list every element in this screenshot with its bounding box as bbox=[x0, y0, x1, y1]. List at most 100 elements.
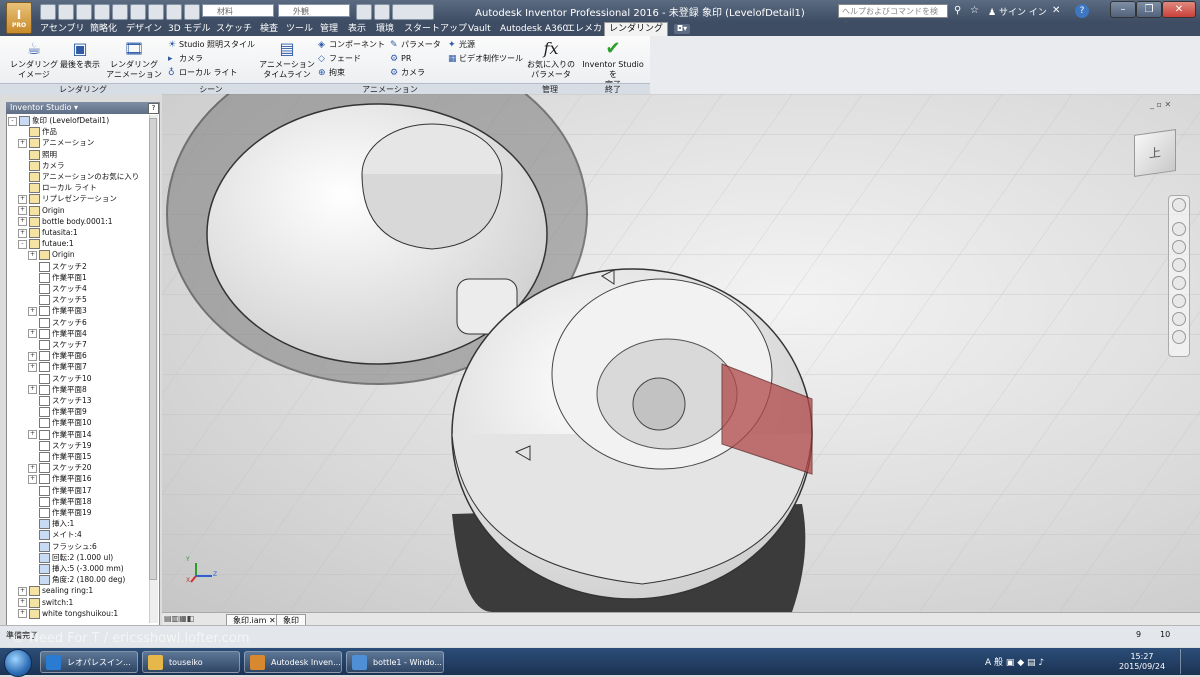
communication-center-icon[interactable]: ☆ bbox=[970, 5, 982, 17]
tree-item[interactable]: メイト:4 bbox=[28, 529, 82, 541]
signin-button[interactable]: ♟ サイン イン bbox=[988, 5, 1047, 18]
tab-12[interactable]: Autodesk A360 bbox=[496, 23, 572, 36]
new-icon[interactable] bbox=[40, 4, 56, 20]
tree-item[interactable]: スケッチ19 bbox=[28, 440, 92, 451]
tree-item[interactable]: 作業平面17 bbox=[28, 485, 92, 496]
undo-icon[interactable] bbox=[94, 4, 110, 20]
browser-scroll-thumb[interactable] bbox=[149, 118, 157, 580]
tree-item[interactable]: + スケッチ20 bbox=[28, 462, 92, 474]
ime-indicator[interactable]: A 般 bbox=[985, 658, 1003, 668]
tray-icons[interactable]: ▣ ◆ ▤ ♪ bbox=[1006, 658, 1044, 668]
tree-item[interactable]: + Origin bbox=[28, 249, 75, 261]
tree-item[interactable]: + sealing ring:1 bbox=[18, 585, 93, 597]
panel-render-label[interactable]: レンダリング bbox=[0, 83, 166, 95]
tree-item[interactable]: スケッチ10 bbox=[28, 373, 92, 384]
tab-10[interactable]: スタートアップ bbox=[400, 23, 471, 36]
tree-item[interactable]: + 作業平面4 bbox=[28, 328, 87, 339]
start-button[interactable] bbox=[4, 649, 32, 677]
tree-item[interactable]: フラッシュ:6 bbox=[28, 541, 97, 552]
tab-11[interactable]: Vault bbox=[464, 23, 495, 36]
expand-icon[interactable]: + bbox=[18, 598, 27, 608]
tree-item[interactable]: + 作業平面16 bbox=[28, 473, 92, 485]
local-light-button[interactable]: ♁ ローカル ライト bbox=[168, 67, 238, 79]
viewcube[interactable]: 上 bbox=[1134, 129, 1176, 177]
light-button[interactable]: ✦ 光源 bbox=[448, 39, 475, 51]
nav-options-icon[interactable] bbox=[1172, 330, 1186, 344]
look-at-icon[interactable] bbox=[1172, 276, 1186, 290]
steering-wheel-icon[interactable] bbox=[1172, 198, 1186, 212]
tab-5[interactable]: 検査 bbox=[256, 23, 282, 36]
browser-title[interactable]: Inventor Studio ▾ bbox=[6, 102, 158, 114]
free-orbit-icon[interactable] bbox=[1172, 312, 1186, 326]
render-animation-button[interactable]: 🎞 レンダリング アニメーション bbox=[104, 40, 164, 80]
tree-item[interactable]: 角度:2 (180.00 deg) bbox=[28, 574, 125, 586]
tree-item[interactable]: - 象印 (LevelofDetail1) bbox=[8, 115, 109, 126]
tree-item[interactable]: スケッチ7 bbox=[28, 339, 87, 350]
update-icon[interactable] bbox=[148, 4, 164, 20]
taskbar-item[interactable]: レオパレスイン... bbox=[40, 651, 138, 673]
tree-item[interactable]: 作業平面15 bbox=[28, 451, 92, 462]
tree-item[interactable]: ローカル ライト bbox=[18, 182, 97, 194]
adjust-icon[interactable] bbox=[374, 4, 390, 20]
search-icon[interactable]: ⚲ bbox=[954, 5, 966, 17]
tree-item[interactable]: + アニメーション bbox=[18, 137, 94, 149]
tree-item[interactable]: + 作業平面8 bbox=[28, 384, 87, 395]
favorite-parameters-button[interactable]: fx お気に入りの パラメータ bbox=[526, 40, 576, 80]
tree-item[interactable]: + Origin bbox=[18, 205, 65, 216]
browser-help-icon[interactable]: ? bbox=[148, 103, 159, 114]
component-button[interactable]: ◈ コンポーネント bbox=[318, 39, 385, 51]
viewport-window-controls[interactable]: _ ▫ ✕ bbox=[1150, 100, 1180, 109]
measure-icon[interactable] bbox=[184, 4, 200, 20]
tree-item[interactable]: + switch:1 bbox=[18, 597, 73, 608]
tab-0[interactable]: アセンブリ bbox=[36, 23, 89, 36]
pr-button[interactable]: ⚙ PR bbox=[390, 53, 411, 65]
document-layout-icons[interactable]: ▤▥▦◧ bbox=[164, 614, 220, 624]
tree-item[interactable]: スケッチ4 bbox=[28, 283, 87, 294]
expand-icon[interactable]: + bbox=[18, 586, 27, 596]
tab-14[interactable]: レンダリング bbox=[604, 22, 669, 37]
tree-item[interactable]: 回転:2 (1.000 ul) bbox=[28, 552, 113, 563]
close-tab-icon[interactable]: ✕ bbox=[269, 616, 276, 625]
expand-icon[interactable]: + bbox=[28, 430, 37, 440]
tree-item[interactable]: + リプレゼンテーション bbox=[18, 193, 117, 205]
tree-item[interactable]: スケッチ13 bbox=[28, 395, 92, 406]
tree-item[interactable]: + bottle body.0001:1 bbox=[18, 216, 113, 227]
tree-item[interactable]: 挿入:1 bbox=[28, 518, 74, 530]
tree-item[interactable]: 作品 bbox=[18, 126, 57, 138]
tab-3[interactable]: 3D モデル bbox=[164, 23, 215, 36]
tree-item[interactable]: + futasita:1 bbox=[18, 227, 78, 238]
expand-icon[interactable]: + bbox=[18, 228, 27, 238]
zoom-extents-icon[interactable] bbox=[1172, 294, 1186, 308]
graphics-viewport[interactable] bbox=[162, 94, 1200, 612]
expand-icon[interactable]: + bbox=[28, 362, 37, 372]
expand-icon[interactable]: + bbox=[28, 329, 37, 339]
expand-icon[interactable]: + bbox=[18, 217, 27, 227]
expand-icon[interactable]: + bbox=[18, 609, 27, 619]
tree-item[interactable]: カメラ bbox=[18, 160, 65, 171]
clear-appearance-icon[interactable] bbox=[356, 4, 372, 20]
tab-4[interactable]: スケッチ bbox=[212, 23, 256, 36]
collapse-icon[interactable]: - bbox=[8, 116, 17, 126]
expand-icon[interactable]: + bbox=[28, 351, 37, 361]
tab-9[interactable]: 環境 bbox=[372, 23, 398, 36]
redo-icon[interactable] bbox=[112, 4, 128, 20]
tree-item[interactable]: スケッチ6 bbox=[28, 317, 87, 328]
tree-item[interactable]: 作業平面9 bbox=[28, 406, 87, 418]
tree-item[interactable]: スケッチ2 bbox=[28, 261, 87, 272]
tab-2[interactable]: デザイン bbox=[122, 23, 166, 36]
expand-icon[interactable]: + bbox=[28, 306, 37, 316]
tree-item[interactable]: 作業平面19 bbox=[28, 507, 92, 518]
appearance-combo[interactable]: 外観 bbox=[278, 4, 350, 17]
taskbar-item[interactable]: touseiko bbox=[142, 651, 240, 673]
tab-13[interactable]: エレメカ bbox=[562, 23, 606, 36]
orbit-icon[interactable] bbox=[1172, 258, 1186, 272]
expand-icon[interactable]: + bbox=[28, 250, 37, 260]
show-last-button[interactable]: ▣ 最後を表示 bbox=[58, 40, 102, 70]
tree-item[interactable]: + white tongshuikou:1 bbox=[18, 608, 118, 619]
exchange-icon[interactable]: ✕ bbox=[1052, 5, 1060, 16]
expand-icon[interactable]: + bbox=[28, 385, 37, 395]
help-icon[interactable]: ? bbox=[1075, 4, 1089, 18]
save-icon[interactable] bbox=[76, 4, 92, 20]
render-image-button[interactable]: ☕ レンダリング イメージ bbox=[8, 40, 60, 80]
tree-item[interactable]: スケッチ5 bbox=[28, 294, 87, 306]
